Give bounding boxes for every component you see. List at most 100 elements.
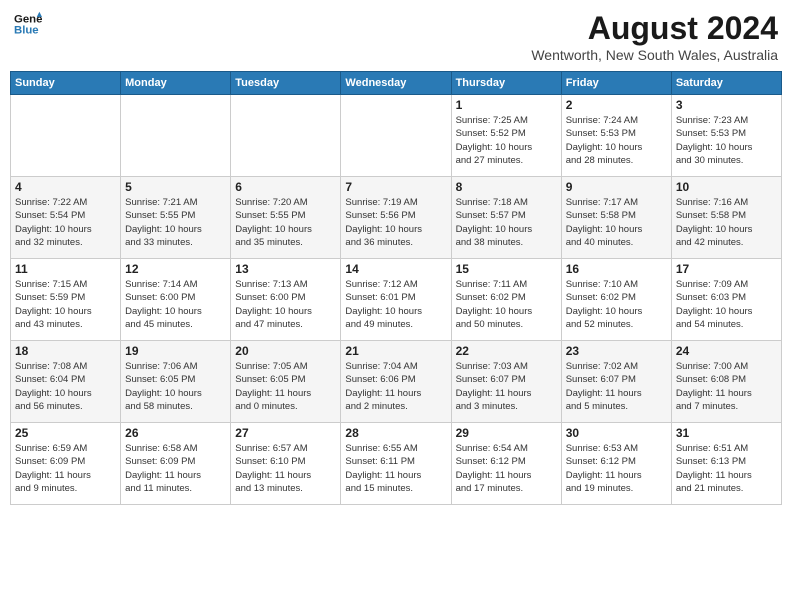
day-number: 26 bbox=[125, 426, 226, 440]
day-info: Sunrise: 7:02 AM Sunset: 6:07 PM Dayligh… bbox=[566, 360, 667, 413]
day-number: 20 bbox=[235, 344, 336, 358]
day-info: Sunrise: 7:09 AM Sunset: 6:03 PM Dayligh… bbox=[676, 278, 777, 331]
day-info: Sunrise: 7:23 AM Sunset: 5:53 PM Dayligh… bbox=[676, 114, 777, 167]
title-block: August 2024 Wentworth, New South Wales, … bbox=[531, 10, 778, 63]
day-number: 6 bbox=[235, 180, 336, 194]
calendar-cell: 23Sunrise: 7:02 AM Sunset: 6:07 PM Dayli… bbox=[561, 341, 671, 423]
calendar-cell: 8 Sunrise: 7:18 AM Sunset: 5:57 PM Daylig… bbox=[451, 177, 561, 259]
svg-text:Blue: Blue bbox=[14, 25, 39, 37]
calendar-cell: 3 Sunrise: 7:23 AM Sunset: 5:53 PM Daylig… bbox=[671, 95, 781, 177]
calendar-cell: 9 Sunrise: 7:17 AM Sunset: 5:58 PM Daylig… bbox=[561, 177, 671, 259]
day-info: Sunrise: 7:05 AM Sunset: 6:05 PM Dayligh… bbox=[235, 360, 336, 413]
day-info: Sunrise: 7:17 AM Sunset: 5:58 PM Dayligh… bbox=[566, 196, 667, 249]
weekday-header-tuesday: Tuesday bbox=[231, 72, 341, 95]
calendar-cell: 18 Sunrise: 7:08 AM Sunset: 6:04 PM Dayli… bbox=[11, 341, 121, 423]
day-number: 5 bbox=[125, 180, 226, 194]
calendar-cell: 21 Sunrise: 7:04 AM Sunset: 6:06 PM Dayli… bbox=[341, 341, 451, 423]
calendar-week-1: 1 Sunrise: 7:25 AM Sunset: 5:52 PM Daylig… bbox=[11, 95, 782, 177]
calendar-cell: 2 Sunrise: 7:24 AM Sunset: 5:53 PM Daylig… bbox=[561, 95, 671, 177]
weekday-header-thursday: Thursday bbox=[451, 72, 561, 95]
day-number: 21 bbox=[345, 344, 446, 358]
month-year: August 2024 bbox=[531, 10, 778, 47]
calendar-cell: 20 Sunrise: 7:05 AM Sunset: 6:05 PM Dayli… bbox=[231, 341, 341, 423]
day-number: 18 bbox=[15, 344, 116, 358]
day-info: Sunrise: 7:16 AM Sunset: 5:58 PM Dayligh… bbox=[676, 196, 777, 249]
calendar-cell: 19 Sunrise: 7:06 AM Sunset: 6:05 PM Dayli… bbox=[121, 341, 231, 423]
day-number: 9 bbox=[566, 180, 667, 194]
logo: General Blue bbox=[14, 10, 42, 38]
calendar-header-row: SundayMondayTuesdayWednesdayThursdayFrid… bbox=[11, 72, 782, 95]
calendar-cell: 15Sunrise: 7:11 AM Sunset: 6:02 PM Dayli… bbox=[451, 259, 561, 341]
calendar-cell: 13 Sunrise: 7:13 AM Sunset: 6:00 PM Dayli… bbox=[231, 259, 341, 341]
day-info: Sunrise: 6:55 AM Sunset: 6:11 PM Dayligh… bbox=[345, 442, 446, 495]
day-number: 24 bbox=[676, 344, 777, 358]
calendar-cell: 17 Sunrise: 7:09 AM Sunset: 6:03 PM Dayli… bbox=[671, 259, 781, 341]
day-info: Sunrise: 6:59 AM Sunset: 6:09 PM Dayligh… bbox=[15, 442, 116, 495]
calendar-cell: 5 Sunrise: 7:21 AM Sunset: 5:55 PM Daylig… bbox=[121, 177, 231, 259]
location: Wentworth, New South Wales, Australia bbox=[531, 47, 778, 63]
day-info: Sunrise: 7:03 AM Sunset: 6:07 PM Dayligh… bbox=[456, 360, 557, 413]
day-info: Sunrise: 6:51 AM Sunset: 6:13 PM Dayligh… bbox=[676, 442, 777, 495]
calendar-cell: 22Sunrise: 7:03 AM Sunset: 6:07 PM Dayli… bbox=[451, 341, 561, 423]
day-info: Sunrise: 7:20 AM Sunset: 5:55 PM Dayligh… bbox=[235, 196, 336, 249]
day-info: Sunrise: 7:18 AM Sunset: 5:57 PM Dayligh… bbox=[456, 196, 557, 249]
day-number: 28 bbox=[345, 426, 446, 440]
calendar-cell: 14Sunrise: 7:12 AM Sunset: 6:01 PM Dayli… bbox=[341, 259, 451, 341]
calendar-cell bbox=[121, 95, 231, 177]
calendar-cell: 16Sunrise: 7:10 AM Sunset: 6:02 PM Dayli… bbox=[561, 259, 671, 341]
weekday-header-sunday: Sunday bbox=[11, 72, 121, 95]
calendar-cell bbox=[231, 95, 341, 177]
calendar-cell bbox=[11, 95, 121, 177]
day-info: Sunrise: 7:00 AM Sunset: 6:08 PM Dayligh… bbox=[676, 360, 777, 413]
day-info: Sunrise: 7:04 AM Sunset: 6:06 PM Dayligh… bbox=[345, 360, 446, 413]
day-number: 19 bbox=[125, 344, 226, 358]
day-number: 2 bbox=[566, 98, 667, 112]
day-number: 30 bbox=[566, 426, 667, 440]
day-number: 17 bbox=[676, 262, 777, 276]
day-number: 1 bbox=[456, 98, 557, 112]
calendar-cell: 6 Sunrise: 7:20 AM Sunset: 5:55 PM Daylig… bbox=[231, 177, 341, 259]
calendar-cell: 30Sunrise: 6:53 AM Sunset: 6:12 PM Dayli… bbox=[561, 423, 671, 505]
day-number: 13 bbox=[235, 262, 336, 276]
day-number: 3 bbox=[676, 98, 777, 112]
day-number: 4 bbox=[15, 180, 116, 194]
weekday-header-friday: Friday bbox=[561, 72, 671, 95]
day-number: 31 bbox=[676, 426, 777, 440]
day-info: Sunrise: 7:11 AM Sunset: 6:02 PM Dayligh… bbox=[456, 278, 557, 331]
page-header: General Blue August 2024 Wentworth, New … bbox=[10, 10, 782, 63]
day-info: Sunrise: 7:13 AM Sunset: 6:00 PM Dayligh… bbox=[235, 278, 336, 331]
day-info: Sunrise: 7:14 AM Sunset: 6:00 PM Dayligh… bbox=[125, 278, 226, 331]
calendar-cell bbox=[341, 95, 451, 177]
calendar-cell: 10 Sunrise: 7:16 AM Sunset: 5:58 PM Dayli… bbox=[671, 177, 781, 259]
day-number: 11 bbox=[15, 262, 116, 276]
logo-icon: General Blue bbox=[14, 10, 42, 38]
calendar-table: SundayMondayTuesdayWednesdayThursdayFrid… bbox=[10, 71, 782, 505]
day-number: 8 bbox=[456, 180, 557, 194]
calendar-cell: 1 Sunrise: 7:25 AM Sunset: 5:52 PM Daylig… bbox=[451, 95, 561, 177]
day-info: Sunrise: 7:15 AM Sunset: 5:59 PM Dayligh… bbox=[15, 278, 116, 331]
weekday-header-wednesday: Wednesday bbox=[341, 72, 451, 95]
calendar-week-5: 25 Sunrise: 6:59 AM Sunset: 6:09 PM Dayli… bbox=[11, 423, 782, 505]
day-info: Sunrise: 7:25 AM Sunset: 5:52 PM Dayligh… bbox=[456, 114, 557, 167]
calendar-cell: 25 Sunrise: 6:59 AM Sunset: 6:09 PM Dayli… bbox=[11, 423, 121, 505]
calendar-cell: 28 Sunrise: 6:55 AM Sunset: 6:11 PM Dayli… bbox=[341, 423, 451, 505]
calendar-cell: 31 Sunrise: 6:51 AM Sunset: 6:13 PM Dayli… bbox=[671, 423, 781, 505]
calendar-cell: 4 Sunrise: 7:22 AM Sunset: 5:54 PM Daylig… bbox=[11, 177, 121, 259]
day-number: 25 bbox=[15, 426, 116, 440]
day-info: Sunrise: 7:06 AM Sunset: 6:05 PM Dayligh… bbox=[125, 360, 226, 413]
day-number: 16 bbox=[566, 262, 667, 276]
weekday-header-monday: Monday bbox=[121, 72, 231, 95]
calendar-body: 1 Sunrise: 7:25 AM Sunset: 5:52 PM Daylig… bbox=[11, 95, 782, 505]
day-info: Sunrise: 7:22 AM Sunset: 5:54 PM Dayligh… bbox=[15, 196, 116, 249]
day-info: Sunrise: 7:08 AM Sunset: 6:04 PM Dayligh… bbox=[15, 360, 116, 413]
calendar-cell: 11 Sunrise: 7:15 AM Sunset: 5:59 PM Dayli… bbox=[11, 259, 121, 341]
calendar-cell: 29Sunrise: 6:54 AM Sunset: 6:12 PM Dayli… bbox=[451, 423, 561, 505]
calendar-cell: 27Sunrise: 6:57 AM Sunset: 6:10 PM Dayli… bbox=[231, 423, 341, 505]
day-info: Sunrise: 6:58 AM Sunset: 6:09 PM Dayligh… bbox=[125, 442, 226, 495]
day-info: Sunrise: 7:21 AM Sunset: 5:55 PM Dayligh… bbox=[125, 196, 226, 249]
day-info: Sunrise: 7:24 AM Sunset: 5:53 PM Dayligh… bbox=[566, 114, 667, 167]
day-info: Sunrise: 7:19 AM Sunset: 5:56 PM Dayligh… bbox=[345, 196, 446, 249]
calendar-week-2: 4 Sunrise: 7:22 AM Sunset: 5:54 PM Daylig… bbox=[11, 177, 782, 259]
calendar-cell: 12Sunrise: 7:14 AM Sunset: 6:00 PM Dayli… bbox=[121, 259, 231, 341]
day-number: 10 bbox=[676, 180, 777, 194]
